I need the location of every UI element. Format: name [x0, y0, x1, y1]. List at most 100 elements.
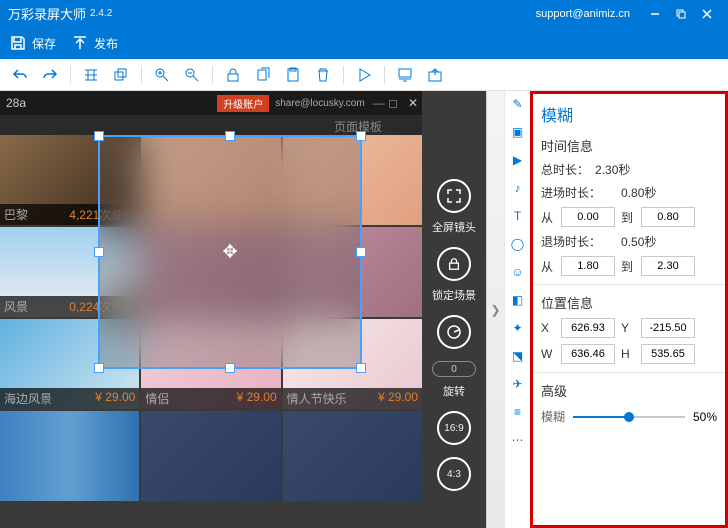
enter-to-input[interactable]	[641, 207, 695, 227]
play-button[interactable]	[350, 63, 378, 87]
undo-button[interactable]	[6, 63, 34, 87]
plane-icon[interactable]: ✈	[509, 375, 527, 393]
panel-title: 模糊	[541, 102, 717, 126]
lock-button[interactable]	[219, 63, 247, 87]
minimize-button[interactable]	[642, 4, 668, 24]
image-icon[interactable]: ▣	[509, 123, 527, 141]
enter-duration-value: 0.80秒	[621, 184, 656, 201]
expand-panel-button[interactable]: ❯	[486, 91, 504, 528]
export-button[interactable]	[421, 63, 449, 87]
text-icon[interactable]: T	[509, 207, 527, 225]
resize-handle[interactable]	[356, 363, 366, 373]
layers-button[interactable]	[107, 63, 135, 87]
rotate-button[interactable]	[437, 315, 471, 349]
publish-label: 发布	[94, 35, 118, 52]
x-input[interactable]	[561, 318, 615, 338]
resize-handle[interactable]	[356, 247, 366, 257]
position-section-label: 位置信息	[541, 293, 717, 312]
chart-icon[interactable]: ⬔	[509, 347, 527, 365]
embedded-close-icon[interactable]: ✕	[404, 96, 422, 110]
exit-to-input[interactable]	[641, 256, 695, 276]
w-input[interactable]	[561, 344, 615, 364]
actionbar: 保存 发布	[0, 27, 728, 59]
h-label: H	[621, 347, 635, 361]
ratio-16-9-button[interactable]: 16:9	[437, 411, 471, 445]
paste-button[interactable]	[279, 63, 307, 87]
toolbar	[0, 59, 728, 91]
gallery-item[interactable]	[283, 411, 422, 501]
from-label: 从	[541, 258, 555, 275]
gallery-item[interactable]	[0, 411, 139, 501]
resize-handle[interactable]	[225, 363, 235, 373]
enter-from-input[interactable]	[561, 207, 615, 227]
resize-handle[interactable]	[94, 131, 104, 141]
to-label: 到	[621, 209, 635, 226]
exit-duration-value: 0.50秒	[621, 233, 656, 250]
canvas-side-tools: 全屏镜头 锁定场景 0 旋转 16:9 4:3	[422, 91, 486, 528]
from-label: 从	[541, 209, 555, 226]
formula-icon[interactable]: ≡	[509, 403, 527, 421]
embedded-url: share@locusky.com	[275, 98, 364, 109]
zoom-in-button[interactable]	[148, 63, 176, 87]
time-section-label: 时间信息	[541, 136, 717, 155]
brush-icon[interactable]: ✎	[509, 95, 527, 113]
fx-icon[interactable]: ✦	[509, 319, 527, 337]
zoom-out-button[interactable]	[178, 63, 206, 87]
x-label: X	[541, 321, 555, 335]
delete-button[interactable]	[309, 63, 337, 87]
support-link[interactable]: support@animiz.cn	[536, 8, 630, 20]
fullscreen-lens-button[interactable]	[437, 179, 471, 213]
close-button[interactable]	[694, 4, 720, 24]
resize-handle[interactable]	[356, 131, 366, 141]
redo-button[interactable]	[36, 63, 64, 87]
ratio-4-3-button[interactable]: 4:3	[437, 457, 471, 491]
move-icon[interactable]: ✥	[222, 242, 237, 263]
resize-handle[interactable]	[225, 131, 235, 141]
y-label: Y	[621, 321, 635, 335]
h-input[interactable]	[641, 344, 695, 364]
more-icon[interactable]: ⋯	[509, 431, 527, 449]
canvas-area[interactable]: 28a 升级账户 share@locusky.com — ◻ ✕ 页面模板 巴黎…	[0, 91, 422, 528]
lock-scene-button[interactable]	[437, 247, 471, 281]
publish-button[interactable]: 发布	[72, 35, 118, 52]
y-input[interactable]	[641, 318, 695, 338]
copy-button[interactable]	[249, 63, 277, 87]
blur-percent: 50%	[693, 410, 717, 424]
enter-duration-label: 进场时长：	[541, 184, 601, 201]
lock-scene-label: 锁定场景	[432, 287, 476, 303]
align-button[interactable]	[77, 63, 105, 87]
fullscreen-lens-label: 全屏镜头	[432, 219, 476, 235]
rotate-value[interactable]: 0	[432, 361, 476, 377]
save-button[interactable]: 保存	[10, 35, 56, 52]
character-icon[interactable]: ☺	[509, 263, 527, 281]
slider-knob[interactable]	[624, 412, 634, 422]
right-icon-rail: ✎ ▣ ▶ ♪ T ◯ ☺ ◧ ✦ ⬔ ✈ ≡ ⋯	[504, 91, 530, 528]
app-version: 2.4.2	[90, 8, 112, 19]
blur-slider[interactable]	[573, 410, 685, 424]
total-duration-label: 总时长：	[541, 161, 589, 178]
callout-icon[interactable]: ◧	[509, 291, 527, 309]
gallery-item[interactable]	[141, 411, 280, 501]
resize-handle[interactable]	[94, 363, 104, 373]
audio-icon[interactable]: ♪	[509, 179, 527, 197]
settings-button[interactable]	[391, 63, 419, 87]
selection-box[interactable]: ✥	[98, 135, 362, 369]
save-label: 保存	[32, 35, 56, 52]
rotate-label: 旋转	[443, 383, 465, 399]
video-icon[interactable]: ▶	[509, 151, 527, 169]
upgrade-badge[interactable]: 升级账户	[217, 95, 269, 112]
maximize-button[interactable]	[668, 4, 694, 24]
shape-icon[interactable]: ◯	[509, 235, 527, 253]
total-duration-value: 2.30秒	[595, 161, 630, 178]
advanced-section-label: 高级	[541, 381, 717, 400]
resize-handle[interactable]	[94, 247, 104, 257]
titlebar: 万彩录屏大师 2.4.2 support@animiz.cn	[0, 0, 728, 27]
embedded-titlebar: 28a 升级账户 share@locusky.com — ◻ ✕	[0, 91, 422, 115]
w-label: W	[541, 347, 555, 361]
app-title: 万彩录屏大师	[8, 4, 86, 23]
exit-from-input[interactable]	[561, 256, 615, 276]
exit-duration-label: 退场时长：	[541, 233, 601, 250]
blur-slider-label: 模糊	[541, 408, 565, 425]
to-label: 到	[621, 258, 635, 275]
properties-panel: 模糊 时间信息 总时长： 2.30秒 进场时长： 0.80秒 从 到 退场时长： 0.…	[530, 91, 728, 528]
